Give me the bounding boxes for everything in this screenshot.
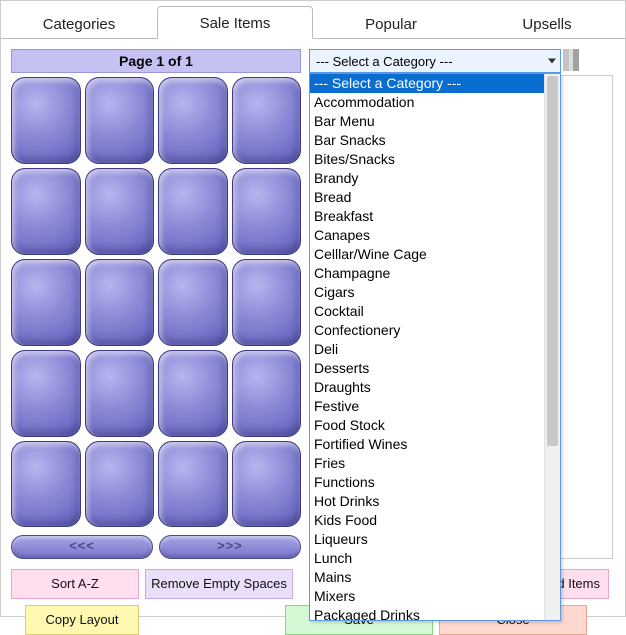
layout-tile[interactable] [232,77,302,164]
layout-tile[interactable] [85,77,155,164]
layout-tile[interactable] [158,350,228,437]
category-option[interactable]: Breakfast [310,207,544,226]
sort-button[interactable]: Sort A-Z [11,569,139,599]
layout-tile[interactable] [158,77,228,164]
category-option[interactable]: Food Stock [310,416,544,435]
tile-grid [11,77,301,527]
chevron-down-icon [548,59,556,64]
remove-empty-button[interactable]: Remove Empty Spaces [145,569,293,599]
tab-popular[interactable]: Popular [313,7,469,39]
category-option[interactable]: Functions [310,473,544,492]
category-select-value: --- Select a Category --- [316,54,453,69]
category-option[interactable]: Draughts [310,378,544,397]
layout-tile[interactable] [158,259,228,346]
scrollbar-thumb[interactable] [547,76,558,446]
category-option[interactable]: Canapes [310,226,544,245]
layout-tile[interactable] [11,168,81,255]
category-option[interactable]: Mains [310,568,544,587]
category-option[interactable]: Hot Drinks [310,492,544,511]
layout-tile[interactable] [11,77,81,164]
dropdown-scrollbar[interactable] [544,74,560,620]
layout-tile[interactable] [232,168,302,255]
category-option[interactable]: Brandy [310,169,544,188]
layout-tile[interactable] [232,259,302,346]
category-option[interactable]: Kids Food [310,511,544,530]
category-option[interactable]: Festive [310,397,544,416]
category-option[interactable]: --- Select a Category --- [310,74,544,93]
category-option[interactable]: Cigars [310,283,544,302]
category-option[interactable]: Packaged Drinks [310,606,544,620]
category-option[interactable]: Confectionery [310,321,544,340]
category-option[interactable]: Fries [310,454,544,473]
instructional-thumbnail [563,49,579,71]
category-option[interactable]: Bites/Snacks [310,150,544,169]
layout-tile[interactable] [85,259,155,346]
next-page-button[interactable]: >>> [159,535,301,559]
category-option[interactable]: Cocktail [310,302,544,321]
category-option[interactable]: Fortified Wines [310,435,544,454]
layout-tile[interactable] [85,350,155,437]
category-option[interactable]: Bread [310,188,544,207]
layout-tile[interactable] [11,350,81,437]
category-option[interactable]: Celllar/Wine Cage [310,245,544,264]
prev-page-button[interactable]: <<< [11,535,153,559]
layout-tile[interactable] [232,441,302,528]
category-dropdown: --- Select a Category ---AccommodationBa… [309,73,561,621]
page-indicator: Page 1 of 1 [11,49,301,73]
tab-bar: Categories Sale Items Popular Upsells [1,1,625,39]
layout-tile[interactable] [85,168,155,255]
category-option[interactable]: Lunch [310,549,544,568]
category-option[interactable]: Accommodation [310,93,544,112]
category-option[interactable]: Bar Snacks [310,131,544,150]
tab-sale-items[interactable]: Sale Items [157,6,313,39]
layout-tile[interactable] [158,168,228,255]
category-option[interactable]: Desserts [310,359,544,378]
category-option[interactable]: Bar Menu [310,112,544,131]
tab-categories[interactable]: Categories [1,7,157,39]
tab-upsells[interactable]: Upsells [469,7,625,39]
layout-tile[interactable] [11,259,81,346]
layout-tile[interactable] [85,441,155,528]
category-select[interactable]: --- Select a Category --- [309,49,561,73]
layout-tile[interactable] [232,350,302,437]
category-option[interactable]: Mixers [310,587,544,606]
category-option[interactable]: Liqueurs [310,530,544,549]
category-option[interactable]: Champagne [310,264,544,283]
layout-tile[interactable] [11,441,81,528]
layout-tile[interactable] [158,441,228,528]
category-option[interactable]: Deli [310,340,544,359]
copy-layout-button[interactable]: Copy Layout [25,605,139,635]
